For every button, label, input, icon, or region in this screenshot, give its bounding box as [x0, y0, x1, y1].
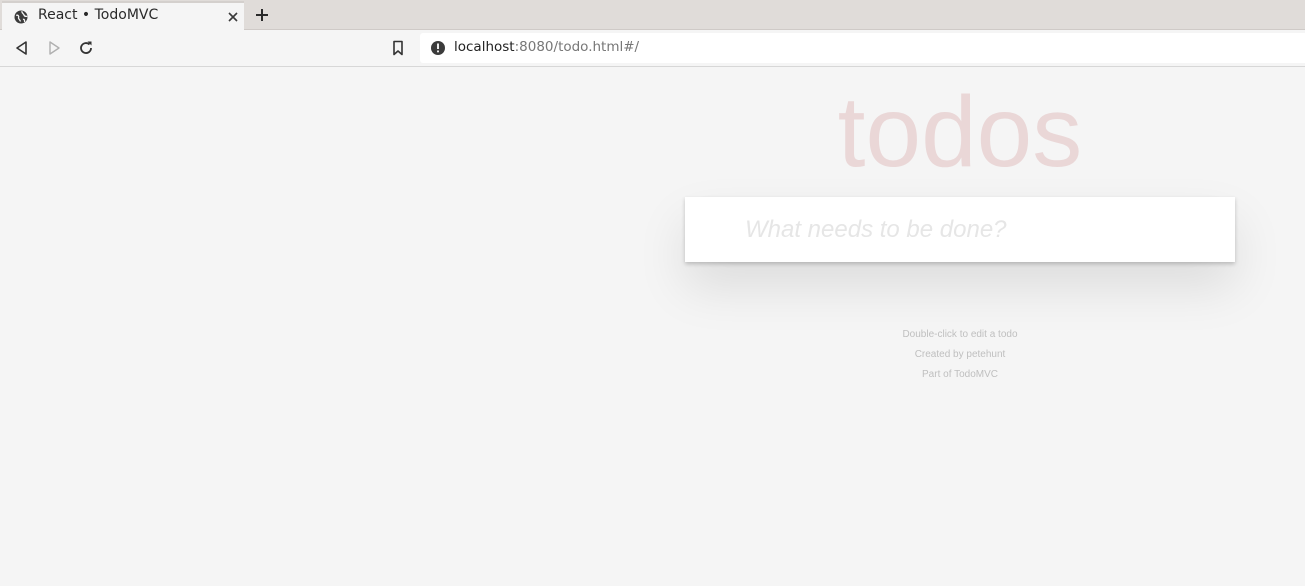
- url-text: localhost:8080/todo.html#/: [454, 39, 639, 55]
- info-todomvc: Part of TodoMVC: [922, 369, 998, 380]
- tab-title: React • TodoMVC: [38, 7, 159, 23]
- todo-app: [685, 197, 1235, 262]
- forward-arrow-icon[interactable]: [45, 39, 63, 57]
- page-content: todos Double-click to edit a todo Create…: [0, 68, 1305, 586]
- close-icon[interactable]: [226, 10, 240, 24]
- browser-tab[interactable]: React • TodoMVC: [2, 1, 244, 30]
- app-title: todos: [837, 76, 1083, 188]
- url-path: :8080/todo.html#/: [514, 39, 640, 55]
- back-arrow-icon[interactable]: [13, 39, 31, 57]
- info-icon[interactable]: [430, 40, 446, 56]
- new-todo-input[interactable]: [685, 197, 1235, 262]
- bookmark-icon[interactable]: [389, 39, 407, 57]
- navigation-bar: localhost:8080/todo.html#/: [0, 30, 1305, 67]
- info-credits: Created by petehunt: [914, 349, 1006, 360]
- info-edit-hint: Double-click to edit a todo: [902, 329, 1018, 340]
- plus-icon[interactable]: [252, 5, 272, 25]
- reload-icon[interactable]: [77, 39, 95, 57]
- url-host: localhost: [454, 39, 515, 55]
- tab-strip: React • TodoMVC: [0, 0, 1305, 30]
- globe-icon: [14, 10, 28, 24]
- url-bar[interactable]: localhost:8080/todo.html#/: [420, 33, 1305, 63]
- info-footer: Double-click to edit a todo Created by p…: [685, 325, 1235, 385]
